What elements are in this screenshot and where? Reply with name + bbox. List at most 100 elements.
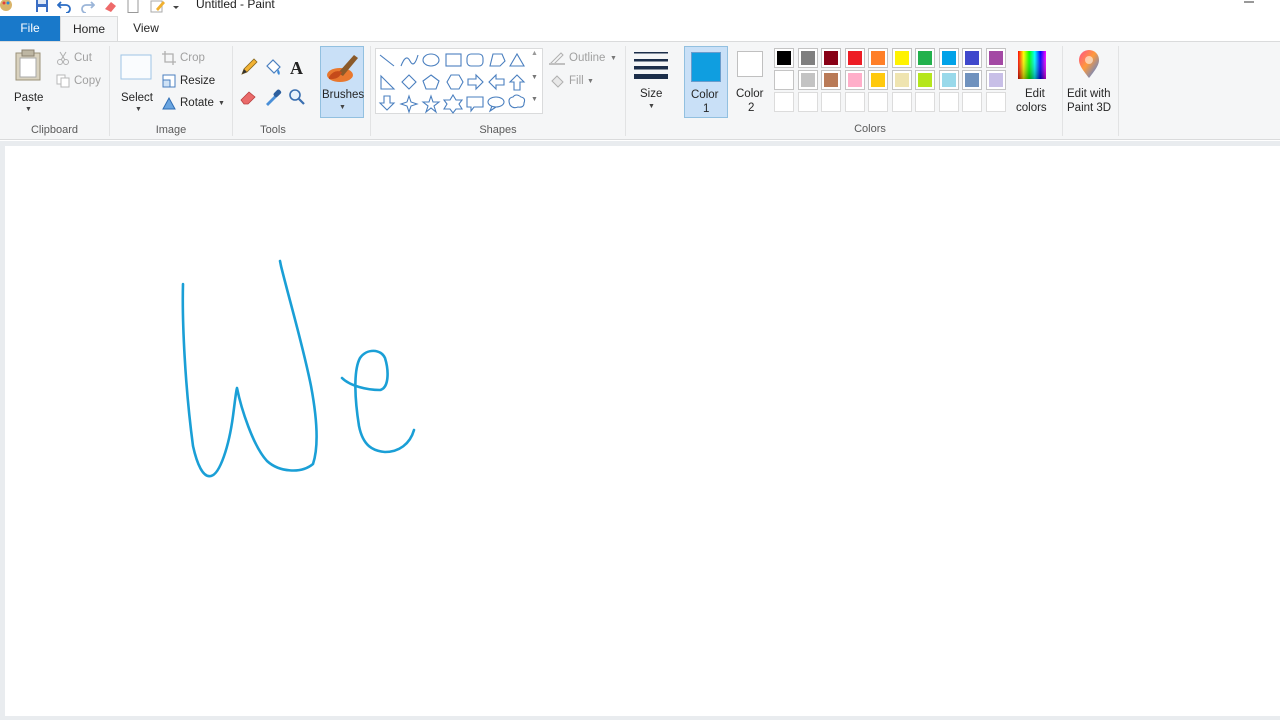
brushes-label: Brushes [322, 89, 365, 101]
size-dropdown-icon: ▼ [648, 103, 655, 110]
palette-color-swatch[interactable] [774, 70, 794, 90]
brushes-button[interactable]: Brushes ▼ [320, 46, 364, 118]
tab-file[interactable]: File [0, 16, 60, 41]
eraser-tool-icon[interactable] [239, 87, 259, 107]
shapes-scroll-down-icon[interactable]: ▼ [531, 74, 538, 81]
resize-button[interactable]: Resize [162, 73, 222, 91]
eraser-icon[interactable] [103, 0, 119, 14]
pencil-icon[interactable] [150, 0, 166, 14]
size-button[interactable]: Size ▼ [630, 46, 674, 118]
paste-button[interactable]: Paste ▼ [8, 46, 48, 118]
triangle-shape-icon[interactable] [509, 52, 525, 67]
fill-button[interactable]: Fill ▼ [549, 73, 609, 91]
five-point-star-shape-icon[interactable] [421, 94, 441, 114]
palette-color-swatch[interactable] [985, 48, 1006, 68]
pentagon-shape-icon[interactable] [422, 74, 440, 90]
color1-button[interactable]: Color 1 [684, 46, 728, 118]
palette-custom-empty-swatch[interactable] [797, 92, 818, 112]
palette-color-swatch[interactable] [821, 48, 841, 68]
four-point-star-shape-icon[interactable] [399, 94, 419, 114]
palette-custom-empty-swatch[interactable] [868, 92, 888, 112]
down-arrow-shape-icon[interactable] [378, 95, 396, 111]
palette-color-swatch[interactable] [844, 48, 865, 68]
rounded-rectangle-shape-icon[interactable] [466, 53, 484, 67]
palette-color-swatch[interactable] [844, 70, 865, 90]
palette-color-swatch[interactable] [891, 70, 912, 90]
rectangle-shape-icon[interactable] [445, 53, 462, 67]
save-icon[interactable] [35, 0, 49, 14]
six-point-star-shape-icon[interactable] [442, 93, 464, 114]
palette-custom-empty-swatch[interactable] [821, 92, 841, 112]
line-shape-icon[interactable] [379, 54, 395, 67]
select-button[interactable]: Select ▼ [116, 46, 156, 118]
copy-button[interactable]: Copy [56, 73, 106, 91]
palette-color-swatch[interactable] [915, 48, 935, 68]
palette-color-swatch[interactable] [797, 70, 818, 90]
fill-dropdown-icon: ▼ [587, 78, 594, 85]
select-dropdown-icon: ▼ [135, 106, 142, 113]
drawing-canvas[interactable] [5, 146, 1280, 716]
hexagon-shape-icon[interactable] [446, 74, 464, 90]
undo-icon[interactable] [57, 0, 71, 14]
color2-number: 2 [748, 102, 755, 114]
palette-color-swatch[interactable] [868, 70, 888, 90]
fill-bucket-icon[interactable] [263, 57, 283, 77]
text-tool-icon[interactable]: A [287, 57, 307, 77]
shapes-scroll-up-icon[interactable]: ▲ [531, 50, 538, 57]
magnifier-icon[interactable] [287, 87, 307, 107]
edit-colors-button[interactable]: Edit colors [1010, 46, 1054, 118]
palette-color-swatch[interactable] [962, 48, 982, 68]
palette-custom-empty-swatch[interactable] [891, 92, 912, 112]
minimize-button[interactable] [1240, 0, 1260, 10]
palette-custom-empty-swatch[interactable] [774, 92, 794, 112]
palette-custom-empty-swatch[interactable] [915, 92, 935, 112]
oval-shape-icon[interactable] [422, 53, 440, 67]
palette-color-swatch[interactable] [821, 70, 841, 90]
colors-group-label: Colors [854, 123, 886, 135]
title-bar: Untitled - Paint [0, 0, 1280, 16]
color-picker-icon[interactable] [263, 87, 283, 107]
curve-shape-icon[interactable] [400, 54, 419, 67]
rotate-button[interactable]: Rotate ▼ [162, 95, 228, 113]
outline-icon [549, 52, 565, 65]
polygon-shape-icon[interactable] [489, 53, 506, 67]
palette-color-swatch[interactable] [938, 70, 959, 90]
palette-color-swatch[interactable] [985, 70, 1006, 90]
palette-color-swatch[interactable] [938, 48, 959, 68]
right-arrow-shape-icon[interactable] [467, 73, 484, 91]
redo-icon[interactable] [81, 0, 95, 14]
palette-custom-empty-swatch[interactable] [844, 92, 865, 112]
palette-color-swatch[interactable] [774, 48, 794, 68]
cut-button[interactable]: Cut [56, 50, 106, 68]
right-triangle-shape-icon[interactable] [380, 74, 396, 90]
color2-button[interactable]: Color 2 [729, 46, 773, 118]
left-arrow-shape-icon[interactable] [488, 73, 505, 91]
shapes-expand-icon[interactable]: ▼ [531, 96, 538, 103]
copy-label: Copy [74, 75, 101, 87]
palette-color-swatch[interactable] [797, 48, 818, 68]
outline-dropdown-icon: ▼ [610, 55, 617, 62]
window-title: Untitled - Paint [196, 0, 275, 11]
diamond-shape-icon[interactable] [401, 74, 417, 90]
palette-color-swatch[interactable] [868, 48, 888, 68]
palette-color-swatch[interactable] [962, 70, 982, 90]
palette-color-swatch[interactable] [891, 48, 912, 68]
tab-view[interactable]: View [118, 16, 174, 41]
edit-with-paint3d-button[interactable]: Edit with Paint 3D [1064, 46, 1116, 118]
rotate-label: Rotate [180, 97, 214, 109]
rectangular-callout-shape-icon[interactable] [466, 96, 484, 113]
customize-dropdown-icon[interactable] [172, 0, 180, 14]
cloud-callout-shape-icon[interactable] [508, 94, 526, 109]
palette-custom-empty-swatch[interactable] [938, 92, 959, 112]
up-arrow-shape-icon[interactable] [508, 74, 526, 91]
oval-callout-shape-icon[interactable] [487, 96, 505, 113]
palette-custom-empty-swatch[interactable] [962, 92, 982, 112]
palette-custom-empty-swatch[interactable] [985, 92, 1006, 112]
outline-button[interactable]: Outline ▼ [549, 50, 623, 68]
pencil-tool-icon[interactable] [239, 57, 259, 77]
palette-color-swatch[interactable] [915, 70, 935, 90]
crop-button[interactable]: Crop [162, 50, 222, 68]
tab-home[interactable]: Home [60, 16, 118, 41]
paint-app-icon[interactable] [0, 0, 14, 14]
new-icon[interactable] [127, 0, 139, 14]
